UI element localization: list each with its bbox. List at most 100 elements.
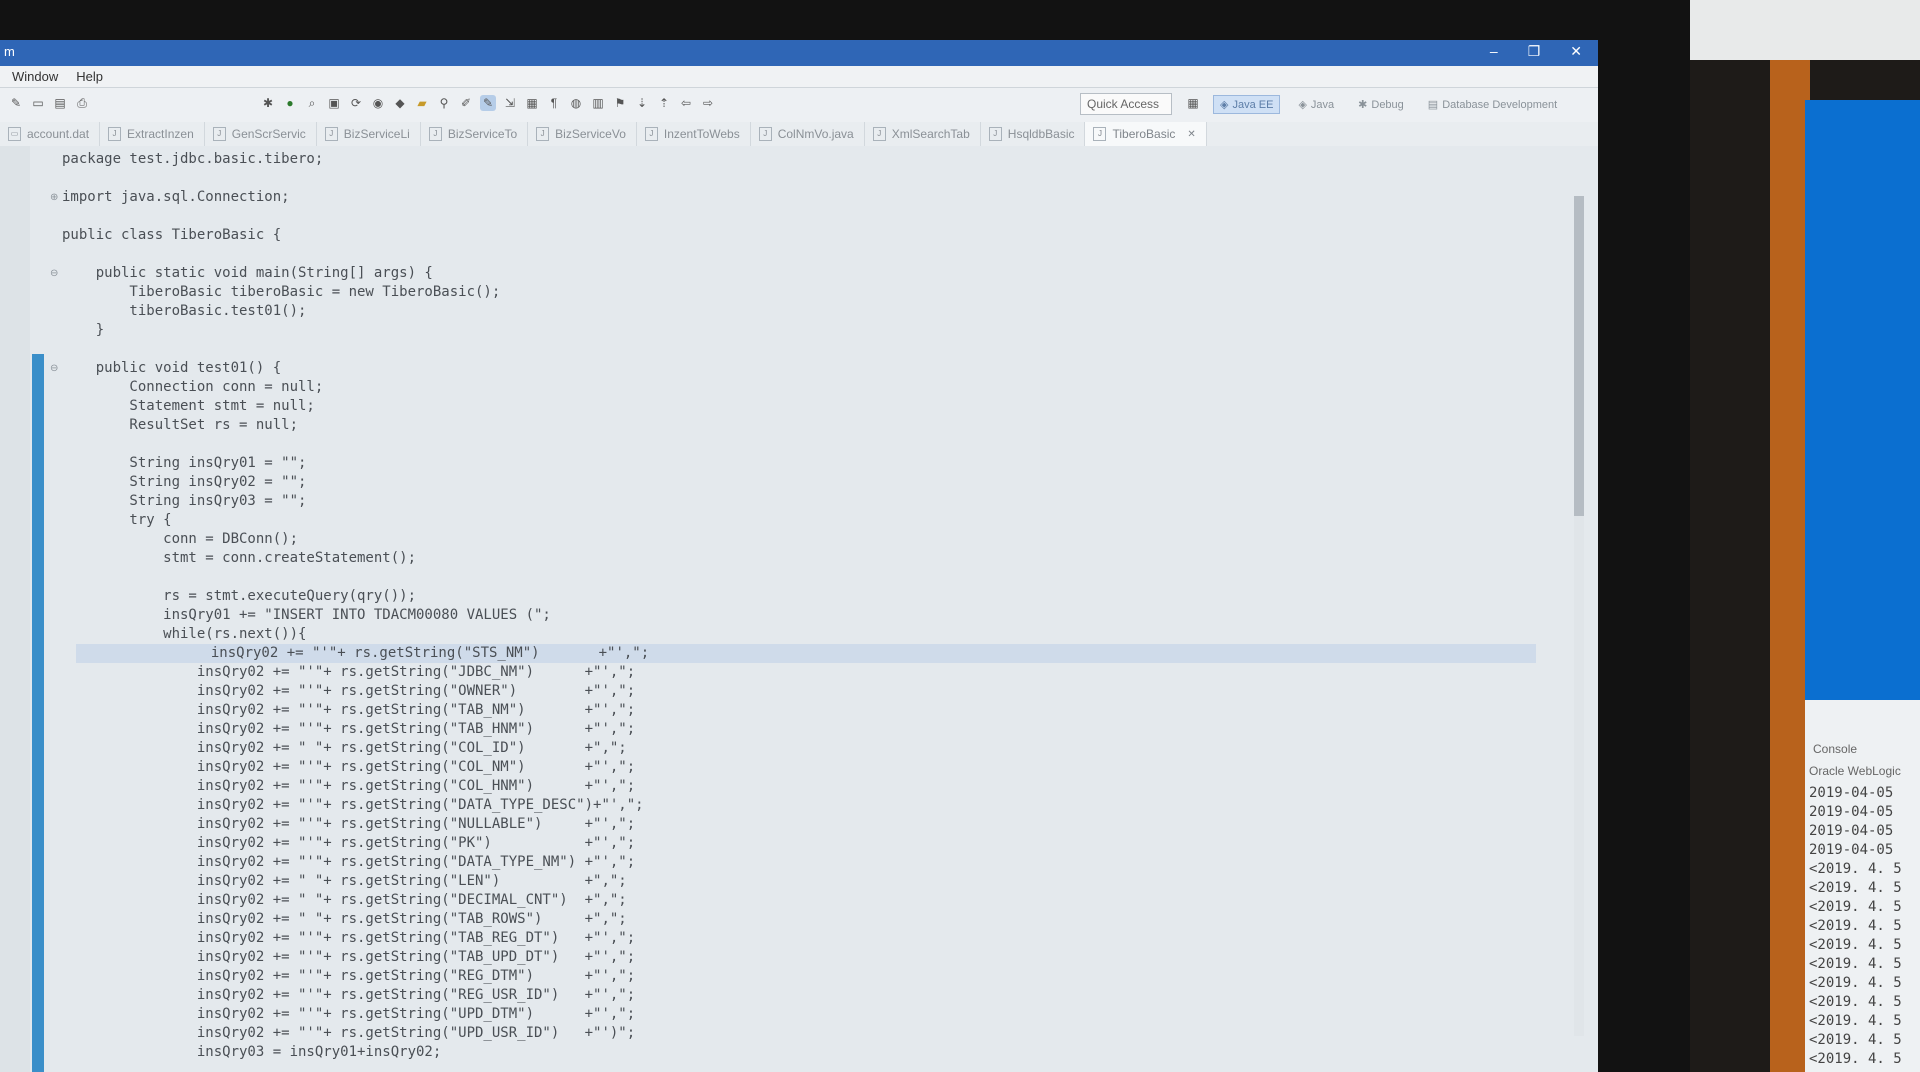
server-icon[interactable]: ▣	[326, 95, 342, 111]
code-line[interactable]: TiberoBasic tiberoBasic = new TiberoBasi…	[62, 283, 1536, 302]
code-line[interactable]	[62, 169, 1536, 188]
pen-icon[interactable]: ✐	[458, 95, 474, 111]
code-line[interactable]: insQry02 += " "+ rs.getString("TAB_ROWS"…	[62, 910, 1536, 929]
debug-icon[interactable]: ✱	[260, 95, 276, 111]
code-line[interactable]: insQry02 += "'"+ rs.getString("STS_NM") …	[76, 644, 1536, 663]
close-tab-icon[interactable]: ✕	[1187, 129, 1195, 140]
tab-account-dat[interactable]: ▭ account.dat	[0, 122, 101, 146]
code-editor[interactable]: ⊕ ⊖ ⊖ package test.jdbc.basic.tibero; imp…	[0, 146, 1598, 1072]
code-line[interactable]: insQry01 += "INSERT INTO TDACM00080 VALU…	[62, 606, 1536, 625]
task-icon[interactable]: ⇲	[502, 95, 518, 111]
code-line[interactable]: insQry02 += "'"+ rs.getString("REG_DTM")…	[62, 967, 1536, 986]
minimize-icon[interactable]: –	[1490, 43, 1498, 60]
fold-icon[interactable]: ⊕	[50, 192, 58, 203]
print-icon[interactable]: ⎙	[74, 95, 90, 111]
code-line[interactable]: }	[62, 321, 1536, 340]
code-line[interactable]: insQry02 += " "+ rs.getString("COL_ID") …	[62, 739, 1536, 758]
annotation-icon[interactable]: ⚑	[612, 95, 628, 111]
code-line[interactable]: insQry02 += "'"+ rs.getString("REG_USR_I…	[62, 986, 1536, 1005]
code-line[interactable]: insQry02 += "'"+ rs.getString("PK") +"',…	[62, 834, 1536, 853]
fold-icon[interactable]: ⊖	[50, 363, 58, 374]
code-line[interactable]: stmt = conn.createStatement();	[62, 549, 1536, 568]
code-line[interactable]: insQry02 += "'"+ rs.getString("DATA_TYPE…	[62, 796, 1536, 815]
paragraph-icon[interactable]: ¶	[546, 95, 562, 111]
tab-xmlsearchtab[interactable]: J XmlSearchTab	[865, 122, 981, 146]
code-line[interactable]: insQry02 += " "+ rs.getString("LEN") +",…	[62, 872, 1536, 891]
mark-occurrences-icon[interactable]: ✎	[480, 95, 496, 111]
menu-help[interactable]: Help	[76, 69, 103, 84]
code-line[interactable]	[62, 435, 1536, 454]
tab-bizservicevo[interactable]: J BizServiceVo	[528, 122, 637, 146]
code-line[interactable]: tiberoBasic.test01();	[62, 302, 1536, 321]
code-line[interactable]: String insQry03 = "";	[62, 492, 1536, 511]
block-icon[interactable]: ▦	[524, 95, 540, 111]
code-line[interactable]: insQry02 += "'"+ rs.getString("UPD_DTM")…	[62, 1005, 1536, 1024]
perspective-java-ee[interactable]: ◈ Java EE	[1213, 95, 1281, 114]
folder-icon[interactable]: ▰	[414, 95, 430, 111]
code-line[interactable]: import java.sql.Connection;	[62, 188, 1536, 207]
scrollbar-thumb[interactable]	[1574, 196, 1584, 516]
menu-window[interactable]: Window	[12, 69, 58, 84]
quick-access-input[interactable]: Quick Access	[1080, 93, 1172, 115]
code-line[interactable]: insQry02 += "'"+ rs.getString("OWNER") +…	[62, 682, 1536, 701]
code-line[interactable]: insQry02 += "'"+ rs.getString("NULLABLE"…	[62, 815, 1536, 834]
open-type-icon[interactable]: ◉	[370, 95, 386, 111]
forward-icon[interactable]: ⇨	[700, 95, 716, 111]
code-line[interactable]: rs = stmt.executeQuery(qry());	[62, 587, 1536, 606]
globe-icon[interactable]: ◍	[568, 95, 584, 111]
code-line[interactable]: insQry02 += "'"+ rs.getString("DATA_TYPE…	[62, 853, 1536, 872]
new-icon[interactable]: ✎	[8, 95, 24, 111]
next-annotation-icon[interactable]: ⇣	[634, 95, 650, 111]
layout-icon[interactable]: ▥	[590, 95, 606, 111]
tab-inzenttowebs[interactable]: J InzentToWebs	[637, 122, 751, 146]
code-line[interactable]: insQry02 += "'"+ rs.getString("TAB_REG_D…	[62, 929, 1536, 948]
maximize-icon[interactable]: ❐	[1528, 43, 1541, 60]
code-line[interactable]	[62, 207, 1536, 226]
code-line[interactable]: insQry02 += " "+ rs.getString("DECIMAL_C…	[62, 891, 1536, 910]
code-line[interactable]: insQry02 += "'"+ rs.getString("TAB_NM") …	[62, 701, 1536, 720]
code-line[interactable]	[62, 245, 1536, 264]
code-line[interactable]: public static void main(String[] args) {	[62, 264, 1536, 283]
code-line[interactable]: insQry02 += "'"+ rs.getString("COL_HNM")…	[62, 777, 1536, 796]
tab-genscrservic[interactable]: J GenScrServic	[205, 122, 317, 146]
code-line[interactable]: public class TiberoBasic {	[62, 226, 1536, 245]
code-line[interactable]: ResultSet rs = null;	[62, 416, 1536, 435]
run-icon[interactable]: ●	[282, 95, 298, 111]
code-line[interactable]: package test.jdbc.basic.tibero;	[62, 150, 1536, 169]
code-line[interactable]: insQry02 += "'"+ rs.getString("TAB_HNM")…	[62, 720, 1536, 739]
code-line[interactable]: public void test01() {	[62, 359, 1536, 378]
code-line[interactable]	[62, 568, 1536, 587]
code-line[interactable]: insQry03 = insQry01+insQry02;	[62, 1043, 1536, 1062]
pin-icon[interactable]: ⚲	[436, 95, 452, 111]
perspective-debug[interactable]: ✱ Debug	[1352, 95, 1410, 114]
console-title[interactable]: Console	[1813, 742, 1857, 756]
code-line[interactable]: Connection conn = null;	[62, 378, 1536, 397]
tab-bizserviceli[interactable]: J BizServiceLi	[317, 122, 421, 146]
perspective-database-development[interactable]: ▤ Database Development	[1422, 95, 1563, 114]
back-icon[interactable]: ⇦	[678, 95, 694, 111]
code-line[interactable]: insQry02 += "'"+ rs.getString("UPD_USR_I…	[62, 1024, 1536, 1043]
code-line[interactable]: insQry02 += "'"+ rs.getString("COL_NM") …	[62, 758, 1536, 777]
code-line[interactable]	[62, 340, 1536, 359]
code-line[interactable]: String insQry02 = "";	[62, 473, 1536, 492]
tab-extractinzen[interactable]: J ExtractInzen	[100, 122, 205, 146]
code-line[interactable]: while(rs.next()){	[62, 625, 1536, 644]
open-perspective-icon[interactable]: ▦	[1185, 95, 1201, 111]
tab-tiberobasic[interactable]: J TiberoBasic ✕	[1085, 122, 1207, 146]
tab-colnmvo-java[interactable]: J ColNmVo.java	[751, 122, 865, 146]
save-icon[interactable]: ▭	[30, 95, 46, 111]
code-text[interactable]: package test.jdbc.basic.tibero; import ja…	[62, 150, 1536, 1062]
save-all-icon[interactable]: ▤	[52, 95, 68, 111]
code-line[interactable]: insQry02 += "'"+ rs.getString("JDBC_NM")…	[62, 663, 1536, 682]
code-line[interactable]: insQry02 += "'"+ rs.getString("TAB_UPD_D…	[62, 948, 1536, 967]
code-line[interactable]: try {	[62, 511, 1536, 530]
fold-icon[interactable]: ⊖	[50, 268, 58, 279]
perspective-java[interactable]: ◈ Java	[1292, 95, 1340, 114]
code-line[interactable]: Statement stmt = null;	[62, 397, 1536, 416]
search-icon[interactable]: ⌕	[304, 95, 320, 111]
code-line[interactable]: String insQry01 = "";	[62, 454, 1536, 473]
close-icon[interactable]: ✕	[1570, 43, 1582, 60]
editor-scrollbar[interactable]	[1574, 196, 1584, 1036]
tab-hsqldbbasic[interactable]: J HsqldbBasic	[981, 122, 1086, 146]
code-line[interactable]: conn = DBConn();	[62, 530, 1536, 549]
